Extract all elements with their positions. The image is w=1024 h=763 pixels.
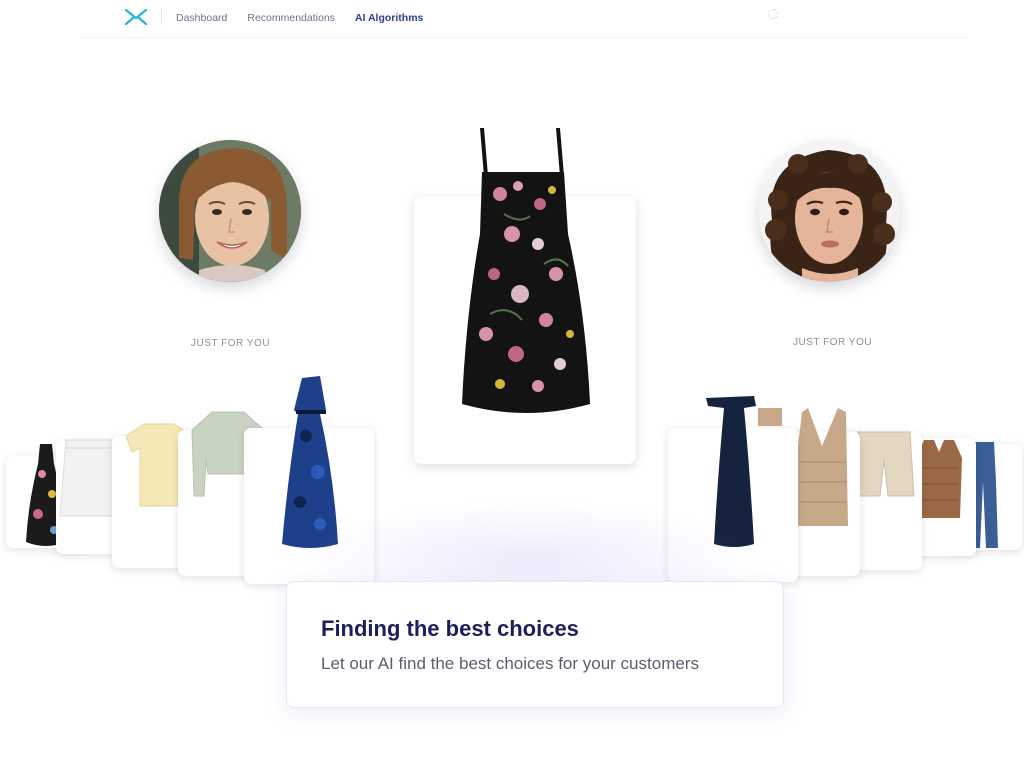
info-card: Finding the best choices Let our AI find…	[286, 581, 784, 708]
top-nav: Dashboard Recommendations AI Algorithms	[80, 0, 968, 38]
nav-ai-algorithms[interactable]: AI Algorithms	[355, 12, 423, 24]
info-title: Finding the best choices	[321, 616, 579, 641]
just-for-you-label-left: JUST FOR YOU	[191, 338, 270, 349]
nav-recommendations[interactable]: Recommendations	[247, 12, 335, 24]
just-for-you-label-right: JUST FOR YOU	[793, 337, 872, 348]
floral-black-dress-image	[462, 128, 590, 413]
loading-spinner-icon	[768, 9, 778, 19]
avatar-customer-left	[159, 140, 301, 282]
product-card-crochet-tank[interactable]	[788, 408, 860, 576]
avatar-customer-right	[758, 140, 900, 282]
nav-links: Dashboard Recommendations AI Algorithms	[176, 12, 423, 24]
nav-divider	[161, 9, 162, 25]
logo-icon[interactable]	[124, 8, 148, 26]
info-subtitle: Let our AI find the best choices for you…	[321, 654, 699, 673]
nav-dashboard[interactable]: Dashboard	[176, 12, 227, 24]
